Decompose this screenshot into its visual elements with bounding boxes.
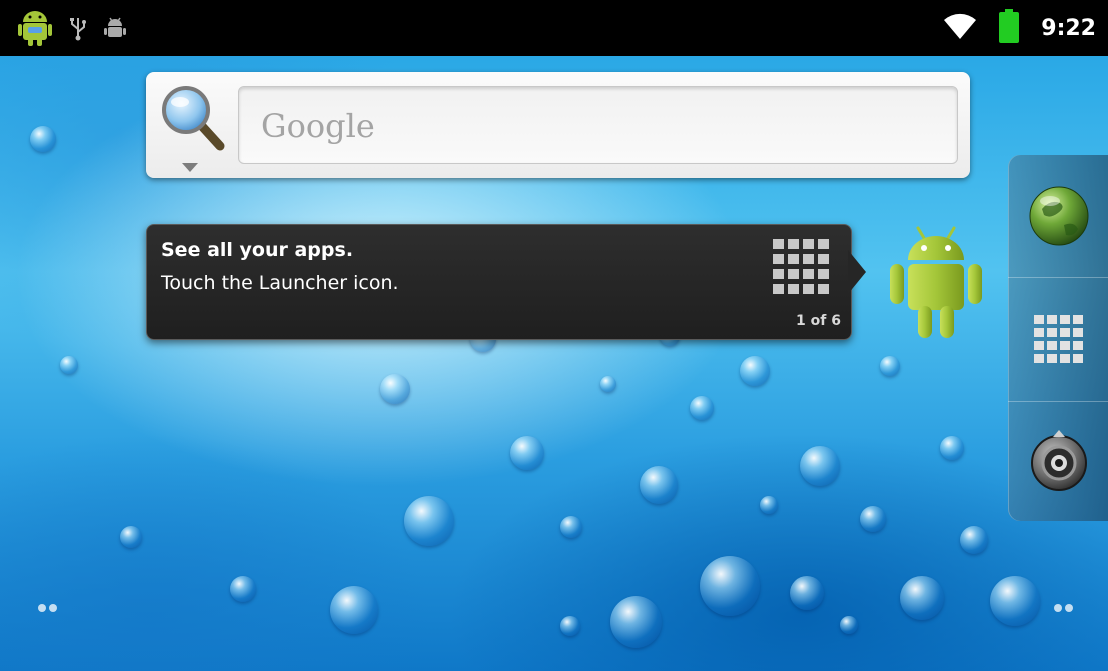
tip-body: Touch the Launcher icon. bbox=[161, 272, 399, 294]
google-search-widget: Google bbox=[146, 72, 970, 178]
battery-icon bbox=[999, 9, 1020, 47]
camera-icon bbox=[1024, 430, 1094, 501]
page-dot bbox=[1065, 604, 1073, 612]
browser-button[interactable] bbox=[1024, 181, 1094, 251]
clock: 9:22 bbox=[1041, 15, 1096, 41]
page-indicator-right[interactable] bbox=[1054, 604, 1073, 612]
right-dock bbox=[1008, 155, 1108, 521]
launcher-button[interactable] bbox=[1024, 305, 1094, 375]
tip-pointer bbox=[848, 250, 866, 294]
search-source-button[interactable] bbox=[156, 80, 232, 172]
page-dot bbox=[38, 604, 46, 612]
wifi-icon bbox=[943, 12, 977, 44]
dock-divider bbox=[1008, 277, 1108, 278]
camera-button[interactable] bbox=[1024, 427, 1094, 497]
page-dot bbox=[1054, 604, 1062, 612]
android-mascot-icon bbox=[886, 220, 986, 344]
dock-divider bbox=[1008, 401, 1108, 402]
search-input[interactable]: Google bbox=[238, 86, 958, 164]
tip-title: See all your apps. bbox=[161, 239, 354, 261]
search-placeholder: Google bbox=[261, 107, 375, 145]
android-notification-icon bbox=[18, 10, 52, 50]
debug-icon bbox=[104, 16, 126, 44]
page-dot bbox=[49, 604, 57, 612]
page-indicator-left[interactable] bbox=[38, 604, 57, 612]
chevron-down-icon bbox=[182, 158, 198, 177]
launcher-grid-icon bbox=[773, 239, 829, 299]
notification-icons[interactable] bbox=[18, 10, 126, 50]
usb-icon bbox=[70, 15, 86, 45]
tip-page-indicator: 1 of 6 bbox=[796, 313, 841, 329]
launcher-grid-icon bbox=[1034, 315, 1084, 369]
globe-icon bbox=[1024, 186, 1094, 255]
launcher-tip-popup[interactable]: See all your apps. Touch the Launcher ic… bbox=[146, 224, 852, 340]
status-bar: 9:22 bbox=[0, 0, 1108, 56]
